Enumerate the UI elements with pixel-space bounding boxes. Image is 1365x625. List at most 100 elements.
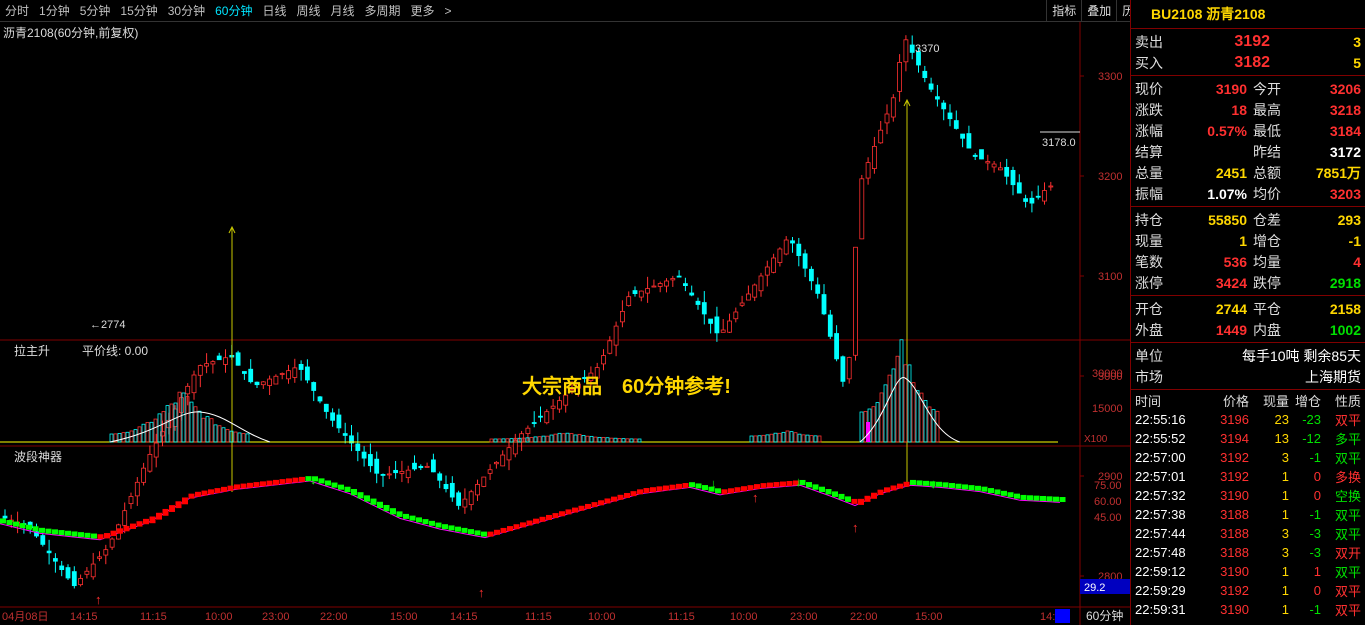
- candle-body: [481, 476, 487, 487]
- wave-block: [156, 512, 162, 520]
- stat-row: 涨跌 18 最高 3218: [1131, 99, 1365, 120]
- trade-volume: 3: [1281, 526, 1289, 541]
- period-tab-0[interactable]: 分时: [0, 2, 34, 19]
- period-tab-5[interactable]: 60分钟: [210, 2, 257, 19]
- candle-body: [374, 458, 380, 474]
- toolbar-button-0[interactable]: 指标: [1046, 0, 1081, 22]
- candle-body: [557, 400, 562, 410]
- candle-body: [746, 293, 751, 301]
- wave-block: [487, 531, 494, 537]
- stat-value: 536: [1223, 253, 1247, 270]
- chart-area[interactable]: 3300 3200 3100 3000 2900 2800 30000 15000 X100 75…: [0, 22, 1130, 625]
- wave-block: [383, 504, 390, 512]
- candle-body: [538, 415, 543, 418]
- trades-list[interactable]: 22:55:16 3196 23 -23 双平 22:55:52 3194 13 -12 多平 22…: [1131, 410, 1365, 619]
- candle-body: [872, 146, 877, 169]
- trade-oi: 1: [1313, 564, 1321, 579]
- candle-body: [153, 442, 159, 458]
- trade-type: 双平: [1334, 451, 1361, 466]
- candle-body: [758, 275, 764, 292]
- candle-body: [46, 550, 52, 554]
- candle-body: [462, 498, 468, 508]
- stat-value: 55850: [1208, 211, 1247, 228]
- volume-bar: [117, 433, 122, 443]
- volume-bar: [221, 427, 226, 443]
- candle-body: [286, 370, 291, 380]
- period-tab-4[interactable]: 30分钟: [163, 2, 210, 19]
- period-tab-10[interactable]: 更多: [406, 2, 440, 19]
- wave-block: [851, 498, 858, 504]
- period-tab-3[interactable]: 15分钟: [115, 2, 162, 19]
- wave-block: [910, 479, 916, 485]
- wave-block: [104, 533, 110, 539]
- stat-label: 最高: [1253, 101, 1281, 118]
- candle-body: [525, 427, 531, 434]
- wave-block: [0, 518, 6, 524]
- volume-bar: [541, 435, 546, 443]
- time-tick: 11:15: [668, 611, 695, 623]
- wave-block: [78, 532, 84, 538]
- more-arrow-icon[interactable]: >: [440, 4, 457, 18]
- wave-block: [767, 482, 773, 488]
- candle-body: [260, 381, 266, 386]
- candle-body: [393, 469, 399, 474]
- trades-col-header: 时间: [1135, 393, 1162, 409]
- wave-block: [429, 520, 435, 526]
- wave-block: [1053, 496, 1059, 502]
- time-tick: 10:00: [588, 611, 616, 623]
- volume-bar: [879, 392, 884, 443]
- candle-body: [752, 284, 758, 298]
- wave-block: [253, 482, 260, 488]
- stat-row: 开仓 2744 平仓 2158: [1131, 298, 1365, 319]
- wave-block: [669, 484, 676, 490]
- period-tab-9[interactable]: 多周期: [360, 2, 406, 19]
- candle-body: [78, 578, 83, 586]
- volume-bar: [553, 433, 558, 443]
- quote-panel: BU2108 沥青2108 卖出 3192 3 买入 3182 5 现价 3190 今开 320…: [1130, 0, 1365, 625]
- trade-time: 22:59:31: [1135, 602, 1186, 617]
- candle-body: [796, 243, 802, 256]
- volume-bar: [213, 424, 218, 443]
- wave-value: 29.2: [1084, 582, 1105, 594]
- wave-block: [513, 524, 520, 530]
- toolbar-button-1[interactable]: 叠加: [1081, 0, 1116, 22]
- stat-row: 笔数 536 均量 4: [1131, 251, 1365, 272]
- wave-block: [968, 485, 975, 491]
- period-tab-6[interactable]: 日线: [257, 2, 291, 19]
- volume-bar: [529, 437, 534, 443]
- wave-block: [195, 491, 201, 497]
- candle-body: [947, 112, 953, 120]
- wave-block: [461, 527, 468, 533]
- kline-chart[interactable]: 3300320031003000290028003000015000X10075…: [0, 22, 1130, 625]
- volume-bar: [569, 433, 574, 443]
- trade-oi: 0: [1313, 469, 1321, 484]
- period-tab-2[interactable]: 5分钟: [75, 2, 116, 19]
- period-indicator[interactable]: 60分钟: [1086, 608, 1123, 623]
- time-tick: 10:00: [730, 611, 758, 623]
- stat-label: 涨跌: [1135, 101, 1163, 118]
- trade-oi: -3: [1309, 545, 1321, 560]
- buy-row: 买入 3182 5: [1131, 52, 1365, 73]
- trade-row: 22:59:31 3190 1 -1 双平: [1131, 600, 1365, 619]
- low-price-label: ←2774: [90, 319, 125, 331]
- stat-value: 7851万: [1315, 164, 1361, 181]
- sell-signal-icon: ↓: [930, 476, 937, 491]
- wave-block: [786, 481, 793, 487]
- wave-block: [955, 483, 962, 489]
- trade-type: 双平: [1334, 584, 1361, 599]
- period-tab-1[interactable]: 1分钟: [34, 2, 75, 19]
- stat-value: 3184: [1329, 122, 1361, 139]
- volume-bar: [797, 433, 802, 443]
- period-tab-8[interactable]: 月线: [326, 2, 360, 19]
- wave-block: [1033, 495, 1040, 501]
- period-tab-7[interactable]: 周线: [291, 2, 325, 19]
- wave-block: [637, 489, 643, 495]
- scroll-marker[interactable]: [1055, 609, 1070, 623]
- stat-label: 结算: [1135, 143, 1163, 160]
- candle-body: [657, 283, 663, 287]
- trade-price: 3192: [1220, 469, 1249, 484]
- volume-bar: [509, 438, 514, 443]
- stat-label: 笔数: [1135, 253, 1163, 270]
- contract-info-block: 单位 每手10吨 剩余85天 市场 上海期货: [1131, 343, 1365, 390]
- wave-block: [331, 482, 338, 488]
